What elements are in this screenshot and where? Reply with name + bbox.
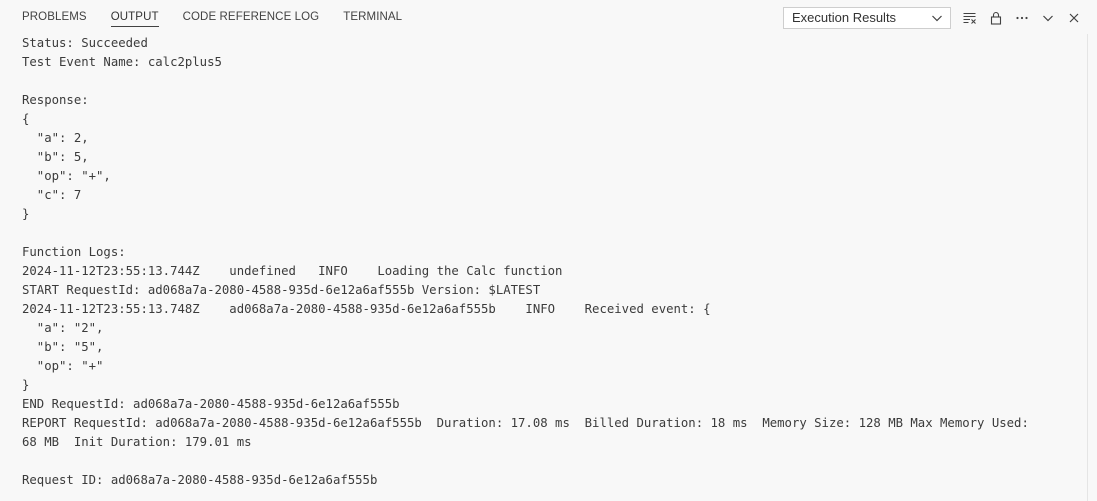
chevron-down-icon <box>1043 15 1053 21</box>
output-line: Response: <box>22 93 89 107</box>
output-line: { <box>22 112 30 126</box>
lock-scroll-button[interactable] <box>983 7 1009 29</box>
output-line: "a": "2", <box>22 321 104 335</box>
output-line: "c": 7 <box>22 188 82 202</box>
output-line: } <box>22 378 30 392</box>
output-line: 2024-11-12T23:55:13.748Z ad068a7a-2080-4… <box>22 302 711 316</box>
output-line: "b": "5", <box>22 340 104 354</box>
panel-tabs: PROBLEMS OUTPUT CODE REFERENCE LOG TERMI… <box>22 0 426 34</box>
output-line: "op": "+", <box>22 169 111 183</box>
close-panel-button[interactable] <box>1061 7 1087 29</box>
output-channel-value: Execution Results <box>792 9 897 25</box>
lock-scroll-icon <box>990 11 1002 25</box>
output-line: "b": 5, <box>22 150 89 164</box>
output-content[interactable]: Status: Succeeded Test Event Name: calc2p… <box>22 34 1082 490</box>
output-panel: PROBLEMS OUTPUT CODE REFERENCE LOG TERMI… <box>0 0 1097 501</box>
panel-tab-bar: PROBLEMS OUTPUT CODE REFERENCE LOG TERMI… <box>0 0 1097 34</box>
output-line: Test Event Name: calc2plus5 <box>22 55 222 69</box>
output-line: "op": "+" <box>22 359 104 373</box>
more-actions-button[interactable] <box>1009 7 1035 29</box>
output-line: Request ID: ad068a7a-2080-4588-935d-6e12… <box>22 473 378 487</box>
tab-output[interactable]: OUTPUT <box>110 0 159 34</box>
tab-terminal[interactable]: TERMINAL <box>343 0 402 34</box>
output-line: } <box>22 207 30 221</box>
output-line: REPORT RequestId: ad068a7a-2080-4588-935… <box>22 416 1029 430</box>
close-icon <box>1069 13 1079 22</box>
chevron-down-icon <box>932 15 942 21</box>
output-line: Status: Succeeded <box>22 36 148 50</box>
output-line: "a": 2, <box>22 131 89 145</box>
tab-code-reference-log[interactable]: CODE REFERENCE LOG <box>183 0 320 34</box>
clear-output-icon <box>963 12 976 24</box>
clear-output-button[interactable] <box>957 7 983 29</box>
output-line: 2024-11-12T23:55:13.744Z undefined INFO … <box>22 264 563 278</box>
output-line: START RequestId: ad068a7a-2080-4588-935d… <box>22 283 541 297</box>
output-line: END RequestId: ad068a7a-2080-4588-935d-6… <box>22 397 400 411</box>
panel-toolbar: Execution Results <box>783 6 1087 29</box>
tab-problems[interactable]: PROBLEMS <box>22 0 87 34</box>
collapse-panel-button[interactable] <box>1035 7 1061 29</box>
vertical-scrollbar[interactable] <box>1087 34 1088 501</box>
output-line: Function Logs: <box>22 245 126 259</box>
output-line: 68 MB Init Duration: 179.01 ms <box>22 435 252 449</box>
more-actions-icon <box>1016 16 1028 19</box>
output-channel-select[interactable]: Execution Results <box>783 6 951 29</box>
